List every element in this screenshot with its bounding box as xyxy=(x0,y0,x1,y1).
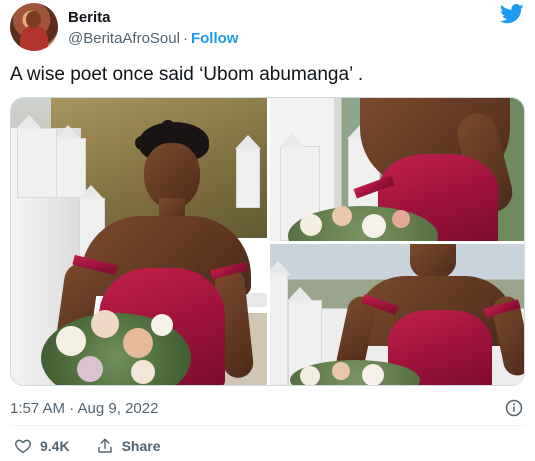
tweet-header: Berita @BeritaAfroSoul · Follow xyxy=(10,3,530,51)
photo-3-flower xyxy=(300,366,320,385)
share-label: Share xyxy=(121,438,161,454)
follow-button[interactable]: Follow xyxy=(191,30,239,47)
info-icon[interactable] xyxy=(505,399,523,417)
like-button[interactable]: 9.4K xyxy=(14,437,70,455)
media-grid xyxy=(10,97,525,386)
like-count: 9.4K xyxy=(40,438,70,454)
tweet-card: Berita @BeritaAfroSoul · Follow A wise poe… xyxy=(0,0,535,461)
photo-1-flower xyxy=(91,310,119,338)
photo-1-flower xyxy=(56,326,86,356)
separator-dot: · xyxy=(182,30,188,47)
share-icon xyxy=(97,438,112,453)
avatar-figure-head xyxy=(26,11,41,28)
photo-2-flower xyxy=(300,214,322,236)
photo-2-flower xyxy=(362,214,386,238)
photo-2[interactable] xyxy=(270,98,524,241)
photo-3-flower xyxy=(362,364,384,385)
photo-1-fence-post xyxy=(235,135,261,208)
photo-1[interactable] xyxy=(11,98,267,385)
tweet-actions: 9.4K Share xyxy=(14,436,187,456)
author-handle[interactable]: @BeritaAfroSoul xyxy=(68,30,180,47)
photo-1-flower xyxy=(77,356,103,382)
share-button[interactable]: Share xyxy=(96,437,161,455)
photo-3[interactable] xyxy=(270,244,524,385)
photo-3-fence-post xyxy=(270,261,291,385)
photo-1-hair-knot xyxy=(189,128,203,142)
author-display-name[interactable]: Berita xyxy=(68,8,238,27)
twitter-bird-icon[interactable] xyxy=(500,3,524,25)
avatar-figure-body xyxy=(20,25,48,51)
author-names: Berita @BeritaAfroSoul · Follow xyxy=(68,8,238,48)
tweet-meta: 1:57 AM · Aug 9, 2022 xyxy=(10,399,525,419)
photo-1-flower xyxy=(123,328,153,358)
avatar[interactable] xyxy=(10,3,58,51)
tweet-text: A wise poet once said ‘Ubom abumanga’ . xyxy=(10,64,364,85)
photo-2-flower xyxy=(392,210,410,228)
author-handle-line: @BeritaAfroSoul · Follow xyxy=(68,29,238,48)
photo-1-hair-knot xyxy=(161,120,175,134)
heart-icon xyxy=(15,439,31,454)
photo-1-fence-post xyxy=(16,115,57,198)
divider xyxy=(10,425,525,426)
photo-3-face xyxy=(410,244,456,280)
photo-2-flower xyxy=(332,206,352,226)
photo-3-flower xyxy=(332,362,350,380)
photo-1-flower xyxy=(151,314,173,336)
photo-1-hair-knot xyxy=(135,136,149,150)
photo-1-flower xyxy=(131,360,155,384)
tweet-timestamp[interactable]: 1:57 AM · Aug 9, 2022 xyxy=(10,400,158,417)
